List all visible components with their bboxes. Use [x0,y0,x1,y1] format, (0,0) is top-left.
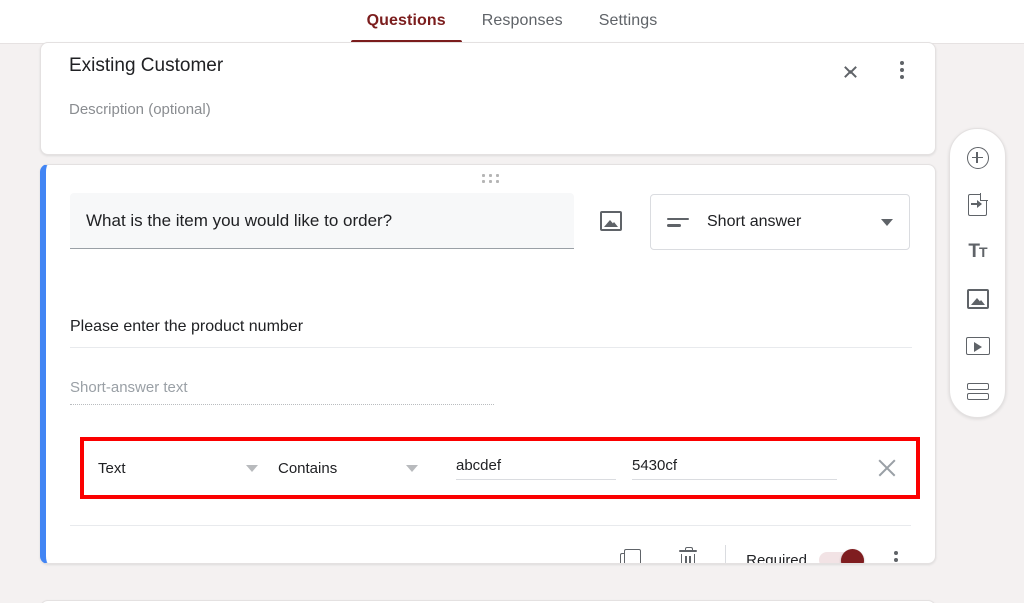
tab-questions[interactable]: Questions [349,0,464,43]
more-vert-icon [900,61,904,79]
validation-type-label: Text [98,460,246,477]
add-image-button[interactable] [961,282,995,316]
section-description-input[interactable]: Description (optional) [69,101,211,118]
add-question-button[interactable] [961,141,995,175]
import-file-icon [968,194,987,216]
short-answer-icon [667,218,689,227]
question-type-select[interactable]: Short answer [650,194,910,250]
section-more-button[interactable] [885,53,919,87]
add-image-icon [600,211,622,231]
chevron-down-icon [406,465,418,472]
validation-condition-select[interactable]: Contains [278,460,438,477]
question-title-row: What is the item you would like to order… [70,193,628,249]
duplicate-icon [620,549,640,564]
google-forms-editor: Questions Responses Settings Existing Cu… [0,0,1024,603]
editor-tab-bar: Questions Responses Settings [0,0,1024,44]
trash-icon [679,550,697,565]
toggle-knob [841,549,864,564]
question-card[interactable]: What is the item you would like to order… [40,164,936,564]
more-vert-icon [894,551,898,564]
add-item-toolbar: TT [949,128,1006,418]
response-validation-row: Text Contains abcdef 5430cf [84,441,916,495]
chevron-down-icon [881,219,893,226]
form-scroll-area[interactable]: Existing Customer Description (optional)… [0,44,1024,603]
tab-settings-label: Settings [599,12,658,29]
required-toggle[interactable] [819,549,865,564]
import-questions-button[interactable] [961,188,995,222]
tab-questions-label: Questions [367,12,446,29]
section-title[interactable]: Existing Customer [69,55,223,77]
validation-condition-label: Contains [278,460,406,477]
question-title-input[interactable]: What is the item you would like to order… [70,193,574,249]
video-icon [966,337,990,355]
question-footer-actions: Required [613,543,913,564]
remove-validation-button[interactable] [876,457,898,479]
collapse-section-button[interactable] [833,53,867,87]
drag-handle-icon[interactable] [482,174,500,183]
response-validation-highlight: Text Contains abcdef 5430cf [80,437,920,499]
short-answer-preview: Short-answer text [70,379,494,405]
question-footer-divider [70,525,911,526]
title-text-icon: TT [968,241,986,263]
required-label: Required [746,552,807,565]
validation-value-input-1[interactable]: abcdef [456,457,616,480]
add-circle-icon [967,147,989,169]
question-add-image-button[interactable] [594,204,628,238]
question-type-label: Short answer [707,213,881,231]
question-more-button[interactable] [879,543,913,564]
add-video-button[interactable] [961,329,995,363]
section-header-card[interactable]: Existing Customer Description (optional) [40,42,936,155]
collapse-icon [845,63,856,78]
tab-responses-label: Responses [482,12,563,29]
chevron-down-icon [246,465,258,472]
section-actions [833,53,919,87]
delete-question-button[interactable] [671,543,705,564]
duplicate-question-button[interactable] [613,543,647,564]
tab-responses[interactable]: Responses [464,0,581,43]
section-icon [967,383,989,403]
add-title-button[interactable]: TT [961,235,995,269]
tab-settings[interactable]: Settings [581,0,676,43]
image-icon [967,289,989,309]
question-description-input[interactable]: Please enter the product number [70,318,912,348]
validation-type-select[interactable]: Text [98,460,278,477]
footer-divider [725,545,726,564]
validation-value-input-2[interactable]: 5430cf [632,457,837,480]
add-section-button[interactable] [961,376,995,410]
